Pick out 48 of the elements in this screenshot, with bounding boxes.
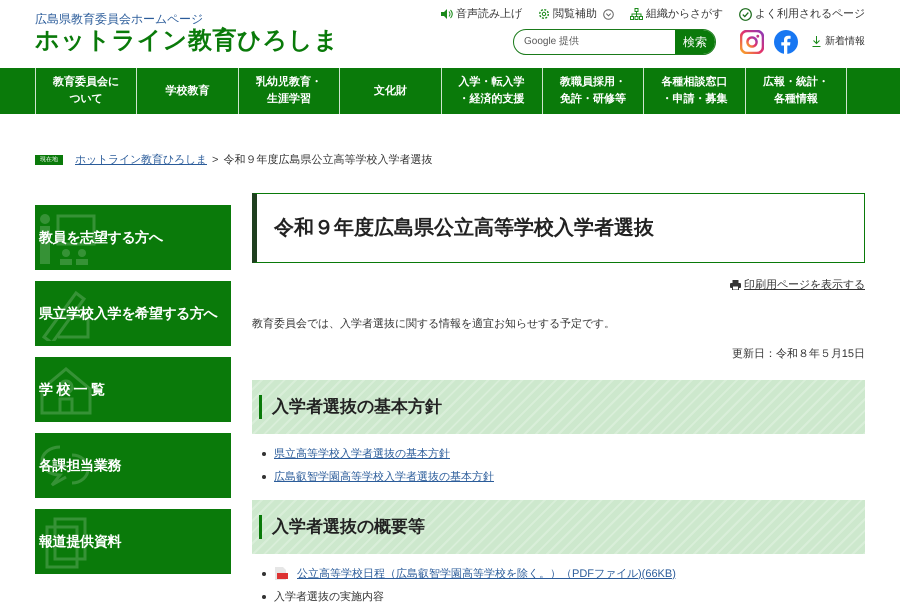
- instagram-icon[interactable]: [740, 30, 764, 54]
- news-link[interactable]: 新着情報: [812, 34, 865, 49]
- site-subtitle: 広島県教育委員会ホームページ: [35, 12, 204, 26]
- sidebar-banner[interactable]: 報道提供資料: [35, 509, 231, 574]
- utility-link[interactable]: よく利用されるページ: [739, 6, 865, 22]
- nav-menu-item[interactable]: 学校教育: [137, 68, 239, 114]
- section-heading: 入学者選抜の基本方針: [259, 394, 442, 418]
- sidebar-banner[interactable]: 各課担当業務: [35, 433, 231, 498]
- print-page-link[interactable]: 印刷用ページを表示する: [730, 277, 865, 294]
- bullet-icon: [262, 452, 266, 456]
- nav-menu-item[interactable]: 教職員採用・ 免許・研修等: [542, 68, 644, 114]
- breadcrumb-current: 令和９年度広島県公立高等学校入学者選抜: [223, 152, 432, 168]
- document-link[interactable]: 広島叡智学園高等学校入学者選抜の基本方針: [274, 469, 494, 486]
- facebook-icon[interactable]: [774, 30, 798, 54]
- bullet-icon: [262, 572, 266, 576]
- download-icon: [812, 36, 821, 47]
- pdf-link[interactable]: 公立高等学校日程（広島叡智学園高等学校を除く。）（PDFファイル)(66KB): [297, 566, 676, 582]
- sidebar-banner[interactable]: 県立学校入学を希望する方へ: [35, 281, 231, 346]
- breadcrumb-link[interactable]: ホットライン教育ひろしま: [75, 152, 207, 168]
- nav-menu-item[interactable]: 教育委員会に ついて: [36, 68, 138, 114]
- breadcrumb-separator: >: [212, 152, 218, 168]
- document-link[interactable]: 県立高等学校入学者選抜の基本方針: [274, 446, 450, 462]
- gear-icon: [538, 8, 550, 20]
- sidebar-banner[interactable]: 学 校 一 覧: [35, 357, 231, 422]
- check-circle-icon: [739, 8, 752, 21]
- bullet-icon: [262, 475, 266, 480]
- sidebar-banner[interactable]: 教員を志望する方へ: [35, 205, 231, 270]
- site-logo-title[interactable]: ホットライン教育ひろしま: [35, 26, 339, 56]
- utility-link[interactable]: 音声読み上げ: [440, 6, 522, 22]
- intro-text: 教育委員会では、入学者選抜に関する情報を適宜お知らせする予定です。: [252, 316, 616, 332]
- nav-menu-item[interactable]: 文化財: [340, 68, 442, 114]
- list-item-text: 入学者選抜の実施内容: [274, 590, 384, 605]
- section-heading: 入学者選抜の概要等: [259, 514, 425, 538]
- search-field[interactable]: Google 提供 検索: [513, 28, 716, 54]
- search-button[interactable]: 検索: [675, 30, 715, 54]
- speaker-icon: [440, 8, 453, 20]
- hierarchy-icon: [630, 8, 643, 20]
- page-title: 令和９年度広島県公立高等学校入学者選抜: [274, 216, 654, 241]
- printer-icon: [730, 280, 741, 290]
- utility-link[interactable]: 閲覧補助: [538, 6, 614, 22]
- nav-menu-item[interactable]: 入学・転入学 ・経済的支援: [442, 68, 543, 114]
- pdf-file-icon: [274, 567, 288, 580]
- bullet-icon: [262, 595, 266, 600]
- nav-menu-item[interactable]: 乳幼児教育・ 生涯学習: [238, 68, 340, 114]
- updated-date: 更新日：令和８年５月15日: [732, 346, 865, 362]
- nav-menu-item[interactable]: 各種相談窓口 ・申請・募集: [644, 68, 746, 114]
- utility-link[interactable]: 組織からさがす: [630, 6, 723, 22]
- nav-menu-item[interactable]: 広報・統計・ 各種情報: [746, 68, 847, 114]
